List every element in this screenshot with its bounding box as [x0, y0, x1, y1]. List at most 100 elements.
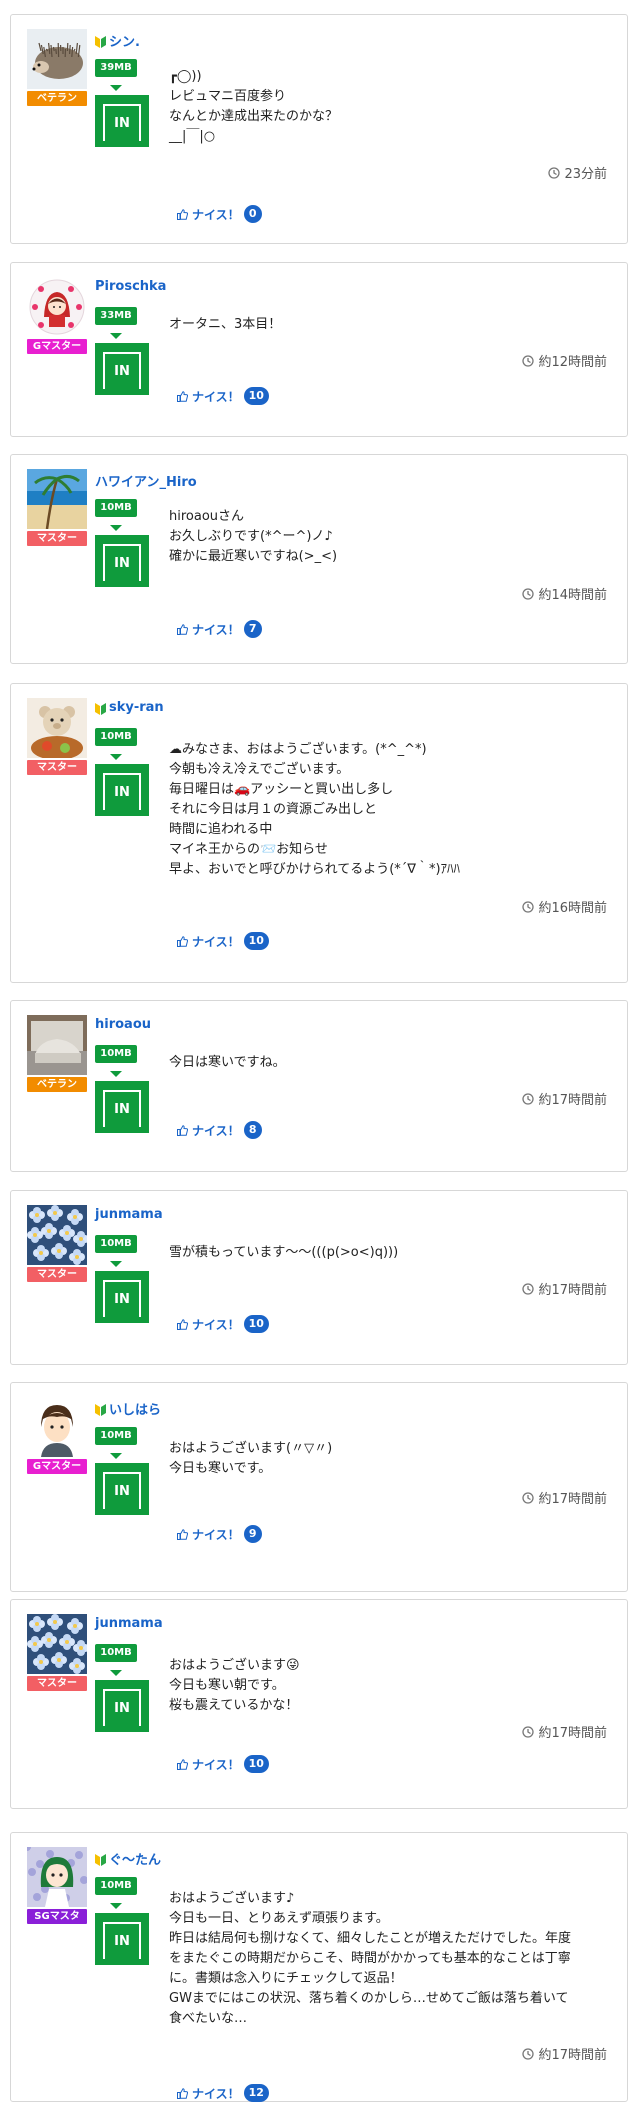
nice-label: ナイス！ [192, 622, 240, 637]
username-link[interactable]: sky-ran [95, 700, 164, 715]
nice-label: ナイス！ [192, 1123, 240, 1138]
nice-button[interactable]: ナイス！ 10 [177, 1755, 269, 1773]
in-button[interactable]: IN [95, 1463, 149, 1515]
nice-label: ナイス！ [192, 1317, 240, 1332]
username-link[interactable]: ハワイアン_Hiro [95, 471, 197, 490]
clock-icon [522, 1282, 535, 1295]
username-link[interactable]: junmama [95, 1616, 163, 1631]
timestamp-text: 約17時間前 [538, 1492, 607, 1507]
message-line: オータニ、3本目！ [169, 317, 282, 332]
message-line: 今日も寒い朝です。 [169, 1678, 285, 1693]
arrow-down-icon [110, 1903, 122, 1909]
arrow-down-icon [110, 333, 122, 339]
rank-badge: ベテラン [27, 1077, 87, 1092]
rank-badge: マスター [27, 760, 87, 775]
in-label: IN [103, 352, 141, 389]
rank-badge: マスター [27, 1676, 87, 1691]
message-line: 昨日は結局何も捌けなくて、細々したことが増えただけでした。年度 [169, 1931, 571, 1946]
avatar[interactable] [27, 277, 87, 337]
in-button[interactable]: IN [95, 535, 149, 587]
clock-icon [522, 587, 535, 600]
timestamp: 約16時間前 [522, 897, 607, 916]
in-label: IN [103, 104, 141, 141]
beginner-leaf-icon [95, 701, 106, 715]
message-line: 今日は寒いですね。 [169, 1055, 286, 1070]
username-link[interactable]: junmama [95, 1207, 163, 1222]
timestamp: 23分前 [548, 163, 607, 182]
in-button[interactable]: IN [95, 1271, 149, 1323]
thumbs-up-icon [177, 1758, 188, 1770]
in-button[interactable]: IN [95, 1081, 149, 1133]
in-button[interactable]: IN [95, 764, 149, 816]
thumbs-up-icon [177, 1528, 188, 1540]
avatar[interactable] [27, 698, 87, 758]
nice-button[interactable]: ナイス！ 12 [177, 2084, 269, 2102]
rank-badge: SGマスタ [27, 1909, 87, 1924]
avatar[interactable] [27, 29, 87, 89]
message-line: 時間に追われる中 [169, 822, 273, 837]
nice-button[interactable]: ナイス！ 7 [177, 620, 262, 638]
clock-icon [522, 1092, 535, 1105]
timestamp-text: 約14時間前 [538, 588, 607, 603]
timestamp-text: 約17時間前 [538, 1093, 607, 1108]
in-button[interactable]: IN [95, 343, 149, 395]
in-button[interactable]: IN [95, 95, 149, 147]
post-card: マスター ハワイアン_Hiro 10MB IN hiroaouさん お久しぶりです(*^ー… [10, 454, 628, 664]
username-link[interactable]: hiroaou [95, 1017, 151, 1032]
thumbs-up-icon [177, 1124, 188, 1136]
username-text: ぐ～たん [109, 1853, 162, 1868]
timestamp: 約17時間前 [522, 1722, 607, 1741]
avatar[interactable] [27, 1847, 87, 1907]
nice-button[interactable]: ナイス！ 8 [177, 1121, 262, 1139]
in-button[interactable]: IN [95, 1680, 149, 1732]
username-link[interactable]: いしはら [95, 1399, 161, 1418]
in-label: IN [103, 1280, 141, 1317]
timestamp-text: 約17時間前 [538, 2048, 607, 2063]
nice-count: 10 [243, 1755, 269, 1773]
message-line: お久しぶりです(*^ー^)ノ♪ [169, 529, 333, 544]
nice-button[interactable]: ナイス！ 0 [177, 205, 262, 223]
mb-badge: 10MB [95, 1877, 137, 1895]
timestamp-text: 23分前 [564, 167, 607, 182]
message-body: おはようございます♪ 今日も一日、とりあえず頑張ります。 昨日は結局何も捌けなくて、… [169, 1889, 611, 2029]
nice-button[interactable]: ナイス！ 10 [177, 1315, 269, 1333]
nice-label: ナイス！ [192, 389, 240, 404]
nice-label: ナイス！ [192, 1757, 240, 1772]
username-link[interactable]: ぐ～たん [95, 1849, 161, 1868]
beginner-leaf-icon [95, 1402, 106, 1416]
clock-icon [522, 1491, 535, 1504]
nice-count: 9 [243, 1525, 262, 1543]
clock-icon [522, 900, 535, 913]
username-text: シン. [109, 35, 140, 50]
username-text: いしはら [109, 1403, 162, 1418]
arrow-down-icon [110, 525, 122, 531]
avatar[interactable] [27, 1614, 87, 1674]
message-line: ┏◯)) [169, 69, 202, 84]
avatar[interactable] [27, 1205, 87, 1265]
avatar[interactable] [27, 469, 87, 529]
in-label: IN [103, 544, 141, 581]
nice-button[interactable]: ナイス！ 9 [177, 1525, 262, 1543]
username-link[interactable]: シン. [95, 31, 140, 50]
avatar[interactable] [27, 1015, 87, 1075]
nice-button[interactable]: ナイス！ 10 [177, 932, 269, 950]
message-line: おはようございます(〃▽〃) [169, 1441, 333, 1456]
post-card: Gマスター Piroschka 33MB IN オータニ、3本目！ 約12時間前 ナイス！ 1… [10, 262, 628, 437]
post-card: SGマスタ ぐ～たん 10MB IN おはようございます♪ 今日も一日、とりあえず頑張りま… [10, 1832, 628, 2102]
beginner-leaf-icon [95, 1852, 106, 1866]
nice-count: 12 [243, 2084, 269, 2102]
avatar[interactable] [27, 1397, 87, 1457]
in-label: IN [103, 1922, 141, 1959]
post-card: マスター junmama 10MB IN おはようございます😜 今日も寒い朝です。 桜も震え… [10, 1599, 628, 1809]
username-text: hiroaou [95, 1017, 152, 1032]
nice-button[interactable]: ナイス！ 10 [177, 387, 269, 405]
message-body: おはようございます😜 今日も寒い朝です。 桜も震えているかな！ [169, 1656, 611, 1716]
post-card: マスター junmama 10MB IN 雪が積もっています～～(((p(>o<)q))… [10, 1190, 628, 1365]
thumbs-up-icon [177, 1318, 188, 1330]
username-link[interactable]: Piroschka [95, 279, 166, 294]
rank-badge: マスター [27, 1267, 87, 1282]
mb-badge: 10MB [95, 1045, 137, 1063]
message-line: なんとか達成出来たのかな？ [169, 109, 339, 124]
in-button[interactable]: IN [95, 1913, 149, 1965]
rank-badge: ベテラン [27, 91, 87, 106]
